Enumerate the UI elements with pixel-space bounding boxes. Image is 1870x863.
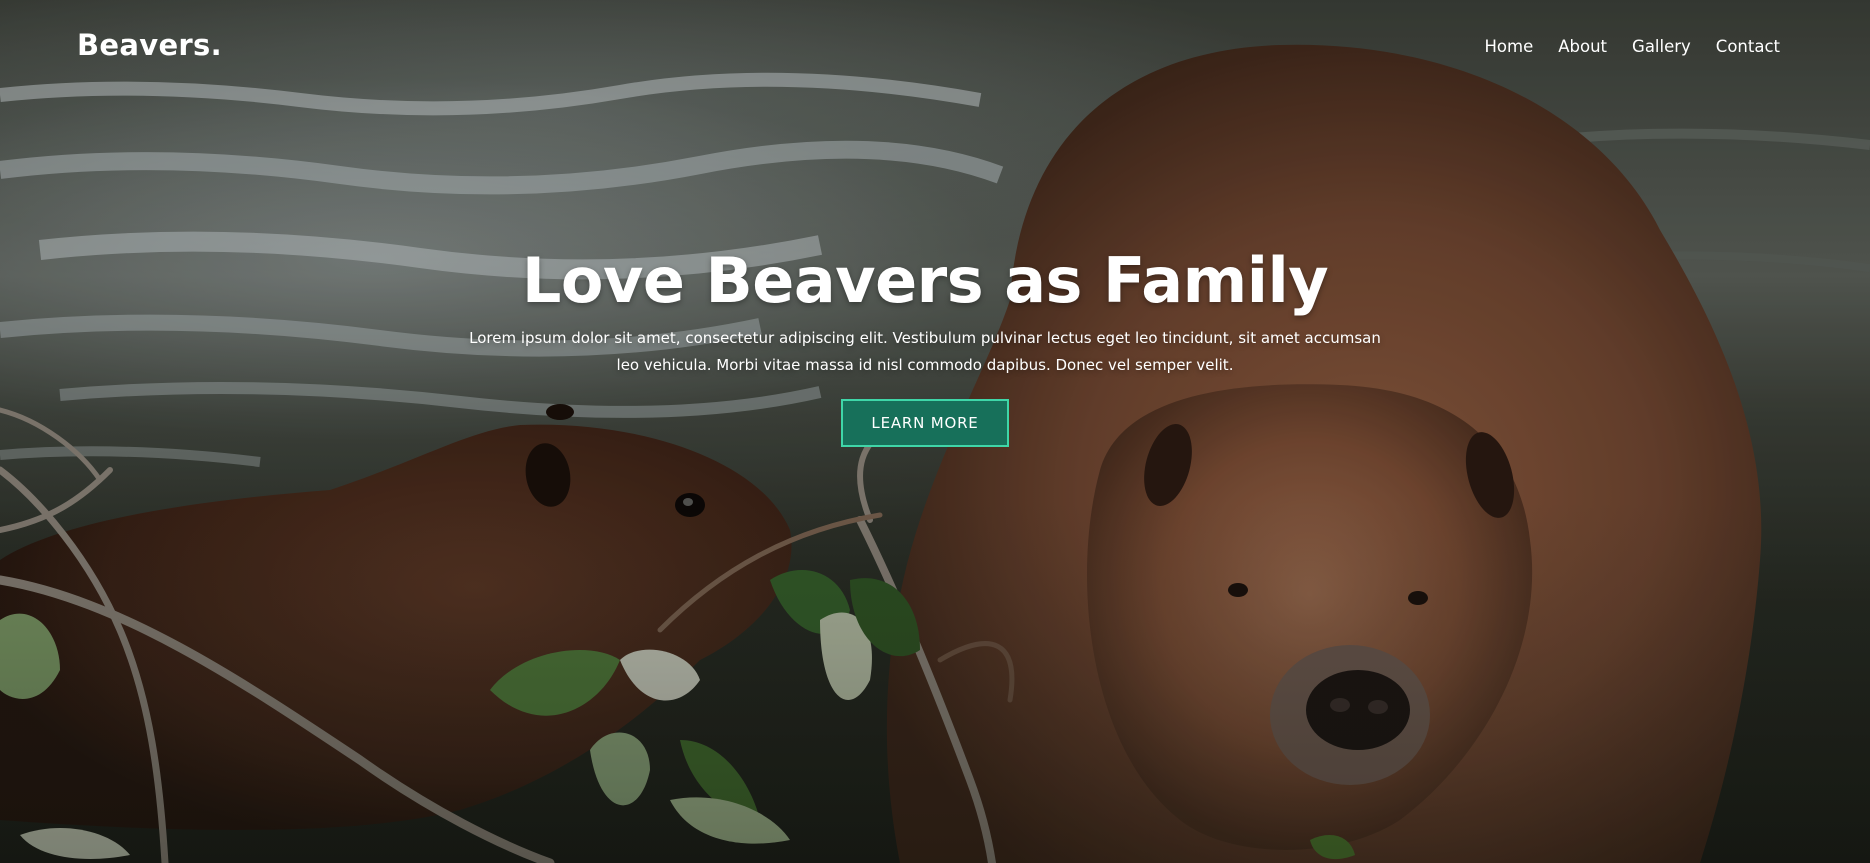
nav-link-about[interactable]: About <box>1558 37 1607 56</box>
brand-logo[interactable]: Beavers. <box>77 28 222 62</box>
learn-more-button[interactable]: LEARN MORE <box>841 399 1009 447</box>
hero-description: Lorem ipsum dolor sit amet, consectetur … <box>469 329 1381 374</box>
nav-link-contact[interactable]: Contact <box>1716 37 1780 56</box>
hero-title: Love Beavers as Family <box>521 244 1329 317</box>
hero-content: Love Beavers as Family Lorem ipsum dolor… <box>0 240 1870 447</box>
navbar: Beavers. Home About Gallery Contact <box>0 0 1870 96</box>
hero-section: Beavers. Home About Gallery Contact Love… <box>0 0 1870 863</box>
nav-link-home[interactable]: Home <box>1485 37 1534 56</box>
nav-link-gallery[interactable]: Gallery <box>1632 37 1691 56</box>
nav-links: Home About Gallery Contact <box>1485 37 1781 56</box>
